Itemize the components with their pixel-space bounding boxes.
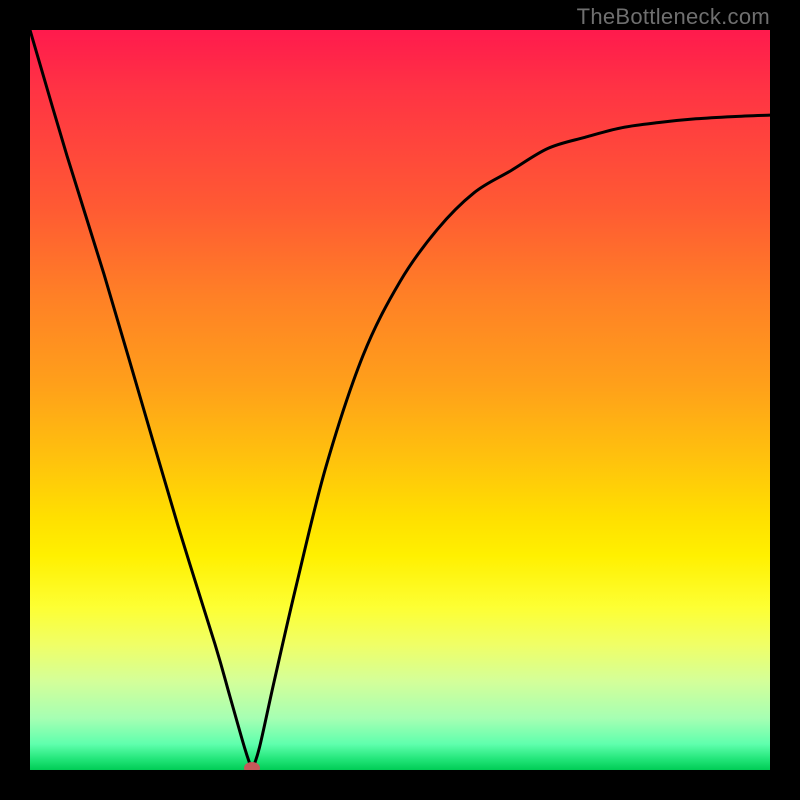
chart-frame: TheBottleneck.com [0, 0, 800, 800]
minimum-marker [244, 762, 260, 770]
watermark-text: TheBottleneck.com [577, 4, 770, 30]
plot-area [30, 30, 770, 770]
curve-svg [30, 30, 770, 770]
bottleneck-curve [30, 30, 770, 770]
